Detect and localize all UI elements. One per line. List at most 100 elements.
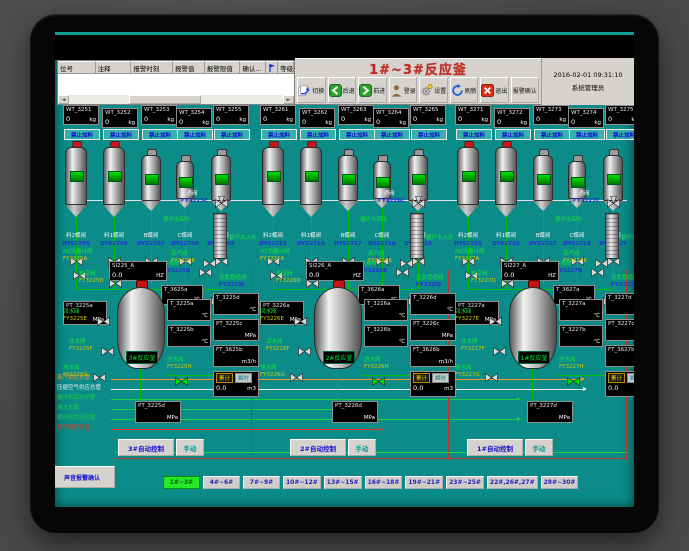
right-column-indicator: T_3226d℃ <box>410 293 456 315</box>
weight-indicator-value: 0 <box>376 119 380 126</box>
right-column-indicator: FT_3627bm3/h <box>605 345 634 367</box>
weight-indicator-tag: WT_3262 <box>302 110 332 116</box>
weight-indicator-unit: kg <box>481 117 488 123</box>
feed-status-button[interactable]: 禁止加料 <box>339 129 375 140</box>
feed-tank <box>495 141 517 217</box>
emergency-pipe-valve-label: 应急管道阀 <box>219 275 247 281</box>
three-way-valve-icon[interactable] <box>412 193 425 212</box>
service-valve-icon[interactable] <box>93 367 106 386</box>
feed-status-button[interactable]: 禁止加料 <box>214 129 250 140</box>
tank-valve-tag: DYS2706 <box>96 241 132 247</box>
service-valve-icon[interactable] <box>567 371 580 390</box>
feed-status-button[interactable]: 禁止加料 <box>534 129 570 140</box>
reactor-temp-indicator-b-tag: T_3226b <box>367 327 405 333</box>
n2-flow-valve-tag: FY3226A <box>260 256 284 262</box>
totalizer-cumulative-button[interactable]: 累计 <box>413 373 430 383</box>
weight-indicator-unit: kg <box>631 117 634 123</box>
service-valve-icon[interactable] <box>489 311 502 330</box>
page-button-5[interactable]: 16#~18# <box>365 476 403 489</box>
page-button-1[interactable]: 4#~6# <box>203 476 240 489</box>
page-button-8[interactable]: 22#,26#,27# <box>487 476 538 489</box>
tank-cone <box>533 201 553 211</box>
feed-tank <box>338 149 358 211</box>
reactor-bottom-pressure-indicator: PT_3227dMPa <box>527 401 573 423</box>
feed-status-button[interactable]: 禁止加料 <box>103 129 139 140</box>
totalizer-instant-button[interactable]: 瞬时 <box>235 373 252 383</box>
page-button-0[interactable]: 1#~3# <box>163 476 200 489</box>
feed-status-button[interactable]: 禁止加料 <box>456 129 492 140</box>
service-valve-icon[interactable] <box>485 367 498 386</box>
right-column-indicator-unit: ℃ <box>250 307 256 313</box>
right-column-indicator-unit: MPa <box>245 333 256 339</box>
service-valve-icon[interactable] <box>97 311 110 330</box>
weight-indicator-row: 0kg <box>341 116 371 123</box>
page-button-3[interactable]: 10#~12# <box>283 476 321 489</box>
weight-indicator-value: 0 <box>179 119 183 126</box>
feed-status-button[interactable]: 禁止加料 <box>142 129 178 140</box>
service-valve-icon[interactable] <box>203 253 216 272</box>
auto-control-button[interactable]: 2#自动控制 <box>290 439 346 456</box>
feed-status-button[interactable]: 禁止加料 <box>606 129 634 140</box>
feed-status-button[interactable]: 禁止加料 <box>261 129 297 140</box>
weight-indicator: WT_32630kg <box>338 105 374 125</box>
feed-status-button[interactable]: 禁止加料 <box>64 129 100 140</box>
reactor-bottom-pressure-indicator-row: MPa <box>138 415 178 421</box>
service-valve-icon[interactable] <box>501 273 514 292</box>
auto-control-button[interactable]: 1#自动控制 <box>467 439 523 456</box>
feed-status-button[interactable]: 禁止加料 <box>374 129 410 140</box>
service-valve-icon[interactable] <box>493 341 506 360</box>
right-column-indicator-row: ℃ <box>608 307 634 313</box>
tank-cone <box>457 205 479 217</box>
totalizer-cumulative-button[interactable]: 累计 <box>608 373 625 383</box>
reactor-temp-indicator-a-tag: T_3227a <box>562 301 600 307</box>
right-column-indicator-row: ℃ <box>413 307 453 313</box>
page-button-2[interactable]: 7#~9# <box>243 476 280 489</box>
service-valve-icon[interactable] <box>101 341 114 360</box>
service-valve-label: 蒸汽阀 <box>171 251 188 257</box>
condensate-valve-tag: FY3226B <box>360 268 387 274</box>
three-way-valve-icon[interactable] <box>607 193 620 212</box>
weight-indicator: WT_32730kg <box>533 105 569 125</box>
page-button-9[interactable]: 28#~30# <box>541 476 579 489</box>
auto-control-button[interactable]: 3#自动控制 <box>118 439 174 456</box>
service-valve-icon[interactable] <box>109 273 122 292</box>
service-valve-tag: FY3226E <box>260 316 284 322</box>
page-button-4[interactable]: 13#~15# <box>324 476 362 489</box>
service-valve-icon[interactable] <box>290 367 303 386</box>
page-button-6[interactable]: 19#~21# <box>405 476 443 489</box>
right-column-indicator-tag: PT_3227c <box>608 321 634 327</box>
feed-status-button[interactable]: 禁止加料 <box>411 129 447 140</box>
right-column-indicator-tag: T_3225d <box>216 295 256 301</box>
sound-alarm-ack-button[interactable]: 声音报警确认 <box>55 466 115 488</box>
feed-status-button[interactable]: 禁止加料 <box>300 129 336 140</box>
totalizer-cumulative-button[interactable]: 累计 <box>216 373 233 383</box>
tank-valve-tag: DYS2715 <box>255 241 291 247</box>
cw-return-label: 循环水回水 <box>360 217 388 223</box>
feed-status-button[interactable]: 禁止加料 <box>495 129 531 140</box>
service-valve-icon[interactable] <box>595 253 608 272</box>
three-way-valve-icon[interactable] <box>215 193 228 212</box>
manual-button[interactable]: 手动 <box>525 439 553 456</box>
service-valve-label: 回水阀 <box>260 309 277 315</box>
weight-indicator-value: 0 <box>105 119 109 126</box>
service-valve-icon[interactable] <box>400 253 413 272</box>
feed-status-button[interactable]: 禁止加料 <box>177 129 213 140</box>
weight-indicator-row: 0kg <box>497 119 527 126</box>
page-button-7[interactable]: 23#~25# <box>446 476 484 489</box>
weight-indicator-tag: WT_3265 <box>413 107 443 113</box>
groups-layer: WT_32510kg禁止加料料2蝶阀DYS2705WT_32520kg禁止加料料… <box>55 32 634 507</box>
service-valve-icon[interactable] <box>298 341 311 360</box>
service-valve-icon[interactable] <box>372 371 385 390</box>
totalizer-instant-button[interactable]: 瞬时 <box>627 373 634 383</box>
manual-button[interactable]: 手动 <box>348 439 376 456</box>
service-valve-icon[interactable] <box>175 371 188 390</box>
service-valve-icon[interactable] <box>294 311 307 330</box>
service-valve-tag: FY3225G <box>63 372 88 378</box>
cw-supply-label: 循环水上水 <box>229 235 257 241</box>
totalizer-instant-button[interactable]: 瞬时 <box>432 373 449 383</box>
service-valve-icon[interactable] <box>306 273 319 292</box>
feed-status-button[interactable]: 禁止加料 <box>569 129 605 140</box>
weight-indicator: WT_32620kg <box>299 108 335 128</box>
reactor-bottom-pressure-indicator: PT_3225dMPa <box>135 401 181 423</box>
manual-button[interactable]: 手动 <box>176 439 204 456</box>
